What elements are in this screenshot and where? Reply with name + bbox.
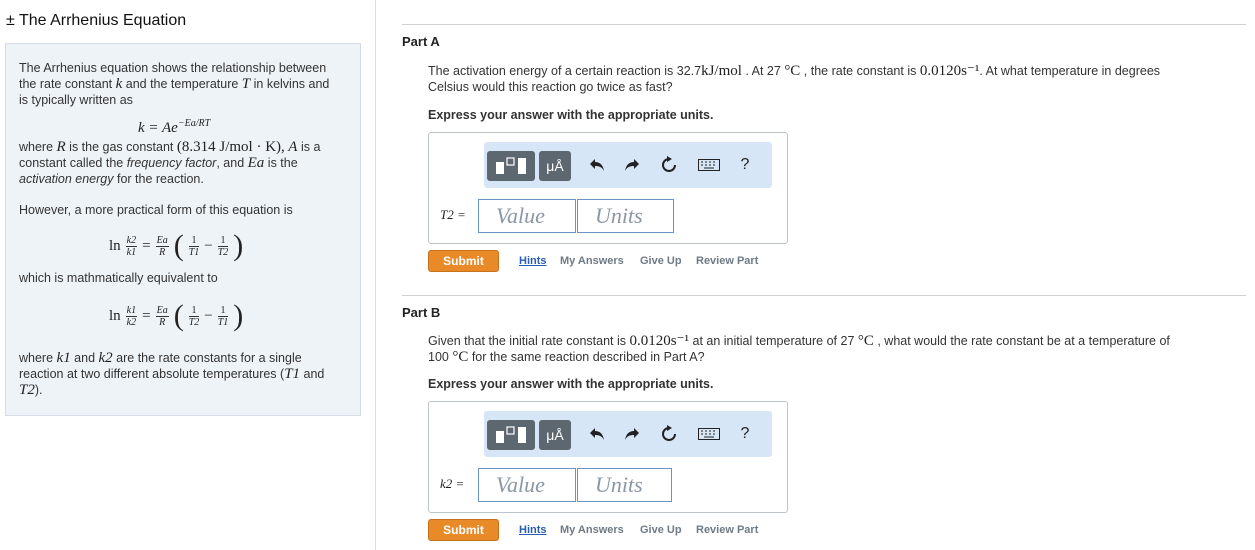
intro-text: The Arrhenius equation shows the relatio…: [19, 61, 330, 107]
help-icon[interactable]: ?: [735, 155, 755, 175]
part-a-review-link[interactable]: Review Part: [696, 255, 758, 267]
part-a-question: The activation energy of a certain react…: [428, 63, 1161, 94]
keyboard-icon[interactable]: [697, 155, 721, 175]
reset-icon[interactable]: [659, 424, 679, 444]
part-a-divider: [402, 24, 1246, 25]
templates-icon[interactable]: [487, 151, 535, 181]
part-b-review-link[interactable]: Review Part: [696, 524, 758, 536]
part-a-give-up-link[interactable]: Give Up: [640, 255, 682, 267]
part-b-divider: [402, 295, 1246, 296]
part-a-instructions: Express your answer with the appropriate…: [428, 108, 714, 122]
part-a-value-input[interactable]: Value: [478, 199, 576, 233]
keyboard-icon[interactable]: [697, 424, 721, 444]
part-a-submit-button[interactable]: Submit: [428, 250, 499, 272]
part-b-value-input[interactable]: Value: [478, 468, 576, 502]
part-a-hints-link[interactable]: Hints: [519, 255, 547, 267]
part-b-answer-box: μÅ ? k2 = Value Units: [428, 401, 788, 513]
part-a-title: Part A: [402, 34, 440, 49]
help-icon[interactable]: ?: [735, 424, 755, 444]
part-b-question: Given that the initial rate constant is …: [428, 333, 1170, 365]
redo-icon[interactable]: [622, 424, 642, 444]
panel-title: ± The Arrhenius Equation: [6, 12, 187, 29]
equation-1: ln k2 k1 = Ea R ( 1 T1 − 1 T2 ): [109, 229, 244, 262]
part-a-units-input[interactable]: Units: [577, 199, 674, 233]
part-b-instructions: Express your answer with the appropriate…: [428, 377, 714, 391]
part-a-my-answers-link[interactable]: My Answers: [560, 255, 624, 267]
part-b-give-up-link[interactable]: Give Up: [640, 524, 682, 536]
units-icon[interactable]: μÅ: [539, 151, 571, 181]
where-text: where R is the gas constant (8.314 J/mol…: [19, 139, 321, 186]
part-b-units-input[interactable]: Units: [577, 468, 672, 502]
part-a-answer-box: μÅ ? T2 = Value Units: [428, 132, 788, 244]
part-b-variable-label: k2 =: [440, 476, 465, 491]
reset-icon[interactable]: [659, 155, 679, 175]
part-b-toolbar: μÅ ?: [484, 411, 772, 457]
undo-icon[interactable]: [587, 424, 607, 444]
part-b-title: Part B: [402, 305, 441, 320]
arrhenius-equation: k = Ae−Ea/RT: [138, 118, 211, 136]
practical-text: However, a more practical form of this e…: [19, 203, 293, 217]
undo-icon[interactable]: [587, 155, 607, 175]
equation-2: ln k1 k2 = Ea R ( 1 T2 − 1 T1 ): [109, 299, 244, 332]
final-text: where k1 and k2 are the rate constants f…: [19, 350, 325, 398]
part-b-hints-link[interactable]: Hints: [519, 524, 547, 536]
part-b-my-answers-link[interactable]: My Answers: [560, 524, 624, 536]
templates-icon[interactable]: [487, 420, 535, 450]
part-b-submit-button[interactable]: Submit: [428, 519, 499, 541]
units-icon[interactable]: μÅ: [539, 420, 571, 450]
info-panel: ± The Arrhenius Equation The Arrhenius e…: [0, 0, 376, 550]
redo-icon[interactable]: [622, 155, 642, 175]
part-a-variable-label: T2 =: [440, 207, 466, 222]
equivalent-text: which is mathmatically equivalent to: [19, 271, 218, 285]
info-box: The Arrhenius equation shows the relatio…: [5, 43, 361, 416]
part-a-toolbar: μÅ ?: [484, 142, 772, 188]
